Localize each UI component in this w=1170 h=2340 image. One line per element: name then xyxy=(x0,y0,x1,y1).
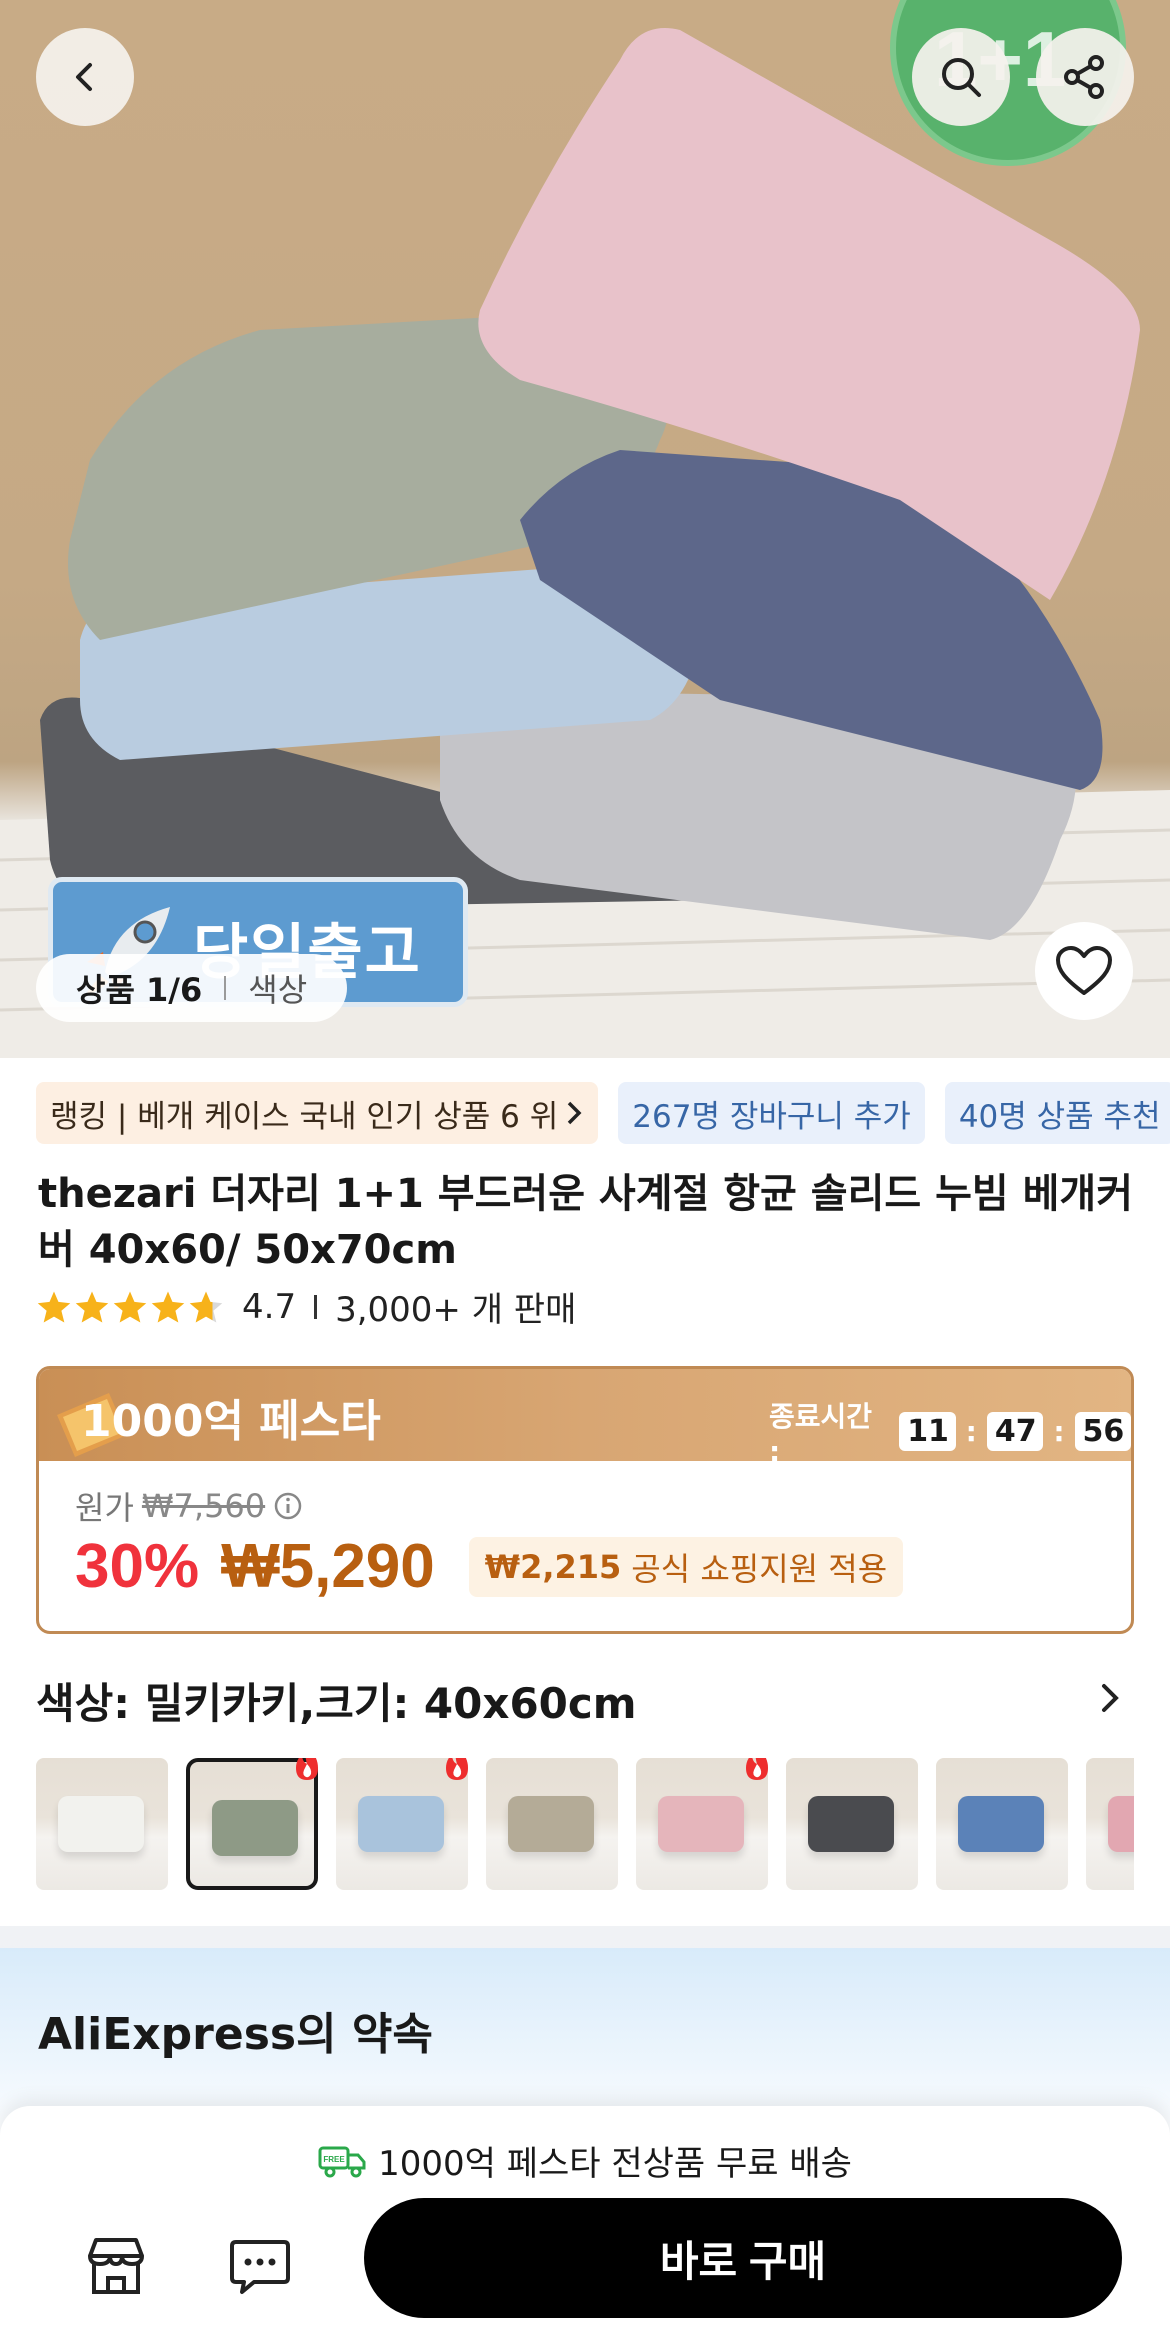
festa-banner: 1000억 페스타 종료시간 : 11 : 47 : 56 xyxy=(39,1369,1131,1468)
ranking-tag[interactable]: 랭킹 | 베개 케이스 국내 인기 상품 6 위 xyxy=(36,1082,599,1144)
store-icon xyxy=(88,2238,144,2294)
title-text: 더자리 1+1 부드러운 사계절 항균 솔리드 누빔 베개커버 40x60/ 5… xyxy=(38,1171,1134,1273)
product-title: thezari 더자리 1+1 부드러운 사계절 항균 솔리드 누빔 베개커버 … xyxy=(38,1166,1138,1278)
rating-divider xyxy=(314,1294,318,1319)
festa-name: 1000억 페스타 xyxy=(81,1396,381,1447)
variant-swatch xyxy=(508,1796,594,1852)
section-divider xyxy=(0,1926,1170,1948)
variant-thumbnail-wrap xyxy=(786,1758,918,1890)
price-card: 1000억 페스타 종료시간 : 11 : 47 : 56 원가 ₩7,560 … xyxy=(36,1366,1134,1634)
back-button[interactable] xyxy=(36,28,134,126)
variant-swatch xyxy=(658,1796,744,1852)
product-image-gallery[interactable]: 1+1 당일출고 상품 1/6 색상 xyxy=(0,0,1170,1058)
hot-flame-icon xyxy=(746,1758,768,1780)
variant-thumbnails xyxy=(36,1758,1134,1890)
countdown-colon: : xyxy=(1053,1415,1065,1448)
search-icon xyxy=(942,58,981,97)
selected-option-label[interactable]: 색상: 밀키카키,크기: 40x60cm xyxy=(36,1670,637,1731)
variant-thumbnail[interactable] xyxy=(786,1758,918,1890)
product-tags: 랭킹 | 베개 케이스 국내 인기 상품 6 위 267명 장바구니 추가 40… xyxy=(36,1082,1170,1144)
chat-button[interactable] xyxy=(222,2228,298,2304)
chevron-right-icon[interactable] xyxy=(1096,1680,1124,1716)
variant-thumbnail[interactable] xyxy=(36,1758,168,1890)
countdown-seconds: 56 xyxy=(1074,1412,1131,1451)
search-button[interactable] xyxy=(912,28,1010,126)
svg-text:FREE: FREE xyxy=(323,2155,345,2164)
pager-count: 상품 1/6 xyxy=(76,971,203,1009)
star-icon xyxy=(151,1290,185,1323)
variant-thumbnail-wrap xyxy=(336,1758,468,1890)
sold-count: 3,000+ 개 판매 xyxy=(335,1290,577,1330)
free-shipping-text: 1000억 페스타 전상품 무료 배송 xyxy=(378,2144,852,2184)
sale-price: ₩5,290 xyxy=(221,1532,435,1601)
pager-tab-color[interactable]: 색상 xyxy=(248,965,307,1011)
variant-thumbnail[interactable] xyxy=(1086,1758,1134,1890)
variant-thumbnail[interactable] xyxy=(936,1758,1068,1890)
variant-swatch xyxy=(58,1796,144,1852)
chevron-right-icon xyxy=(568,1101,582,1125)
variant-thumbnail-wrap xyxy=(1086,1758,1134,1890)
original-label: 원가 xyxy=(75,1489,134,1527)
recommend-count-tag: 40명 상품 추천 xyxy=(944,1082,1170,1144)
shopping-support-badge: ₩2,215 공식 쇼핑지원 적용 xyxy=(468,1536,904,1597)
bottom-action-bar: FREE 1000억 페스타 전상품 무료 배송 바로 구매 xyxy=(0,2106,1170,2340)
rating-row[interactable]: 4.7 3,000+ 개 판매 xyxy=(36,1282,576,1331)
rating-stars xyxy=(36,1290,224,1324)
support-text: 공식 쇼핑지원 적용 xyxy=(631,1549,888,1588)
variant-thumbnail-wrap xyxy=(186,1758,318,1890)
countdown-hours: 11 xyxy=(899,1412,956,1451)
info-icon[interactable] xyxy=(273,1491,303,1521)
free-shipping-truck-icon: FREE xyxy=(318,2146,366,2177)
store-button[interactable] xyxy=(78,2228,154,2304)
hot-flame-icon xyxy=(296,1758,318,1780)
variant-swatch xyxy=(958,1796,1044,1852)
sale-price-row: 30% ₩5,290 ₩2,215 공식 쇼핑지원 적용 xyxy=(75,1531,904,1602)
cart-count-tag: 267명 장바구니 추가 xyxy=(618,1082,925,1144)
promise-heading: AliExpress의 약속 xyxy=(38,2009,433,2060)
countdown-colon: : xyxy=(965,1415,977,1448)
wishlist-button[interactable] xyxy=(1035,922,1133,1020)
variant-thumbnail[interactable] xyxy=(486,1758,618,1890)
variant-swatch xyxy=(1108,1796,1134,1852)
brand-name: thezari xyxy=(38,1171,197,1217)
variant-swatch xyxy=(358,1796,444,1852)
hot-flame-icon xyxy=(446,1758,468,1780)
variant-swatch xyxy=(808,1796,894,1852)
pager-divider xyxy=(224,976,227,1000)
star-icon xyxy=(75,1290,109,1323)
original-price: ₩7,560 xyxy=(141,1487,266,1525)
chat-icon xyxy=(230,2240,290,2294)
countdown: 종료시간 : 11 : 47 : 56 xyxy=(769,1395,1131,1468)
countdown-label: 종료시간 : xyxy=(769,1400,873,1468)
countdown-minutes: 47 xyxy=(986,1412,1044,1451)
gallery-pager[interactable]: 상품 1/6 색상 xyxy=(36,954,348,1022)
support-amount: ₩2,215 xyxy=(484,1547,622,1586)
chevron-left-icon xyxy=(76,63,92,91)
share-icon xyxy=(1064,55,1104,99)
rating-value: 4.7 xyxy=(242,1286,297,1327)
variant-swatch xyxy=(212,1800,298,1856)
variant-thumbnail-wrap xyxy=(936,1758,1068,1890)
star-icon xyxy=(113,1290,147,1323)
star-half-icon xyxy=(189,1290,223,1323)
original-price-row: 원가 ₩7,560 xyxy=(75,1483,303,1529)
free-shipping-notice: FREE 1000억 페스타 전상품 무료 배송 xyxy=(0,2136,1170,2185)
discount-percent: 30% xyxy=(75,1532,200,1601)
buy-now-button[interactable]: 바로 구매 xyxy=(364,2198,1122,2318)
variant-thumbnail-wrap xyxy=(636,1758,768,1890)
variant-thumbnail-wrap xyxy=(486,1758,618,1890)
heart-icon xyxy=(1056,946,1112,995)
star-icon xyxy=(37,1290,71,1323)
variant-thumbnail-wrap xyxy=(36,1758,168,1890)
share-button[interactable] xyxy=(1036,28,1134,126)
